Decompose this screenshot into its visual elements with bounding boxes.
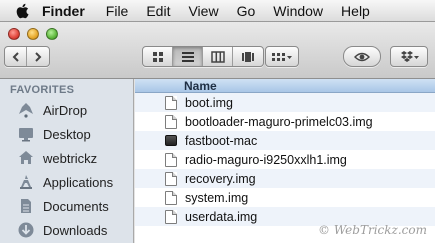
minimize-window-button[interactable] — [27, 28, 39, 40]
applications-icon — [17, 173, 35, 191]
document-icon — [165, 95, 177, 110]
dropbox-icon — [401, 50, 419, 62]
arrange-button[interactable] — [266, 47, 298, 66]
sidebar-item-webtrickz[interactable]: webtrickz — [0, 146, 133, 170]
column-header-label: Name — [184, 79, 217, 93]
menu-finder[interactable]: Finder — [36, 0, 97, 22]
coverflow-view-button[interactable] — [233, 47, 263, 66]
sidebar-item-label: Applications — [43, 174, 114, 190]
sidebar-item-desktop[interactable]: Desktop — [0, 122, 133, 146]
document-icon — [165, 171, 177, 186]
close-window-button[interactable] — [8, 28, 20, 40]
menu-edit[interactable]: Edit — [137, 0, 179, 22]
dropbox-control — [390, 46, 428, 67]
menu-file[interactable]: File — [97, 0, 138, 22]
desktop-icon — [17, 125, 35, 143]
chevron-left-icon — [12, 51, 19, 62]
home-icon — [17, 149, 35, 167]
sidebar-item-label: Desktop — [43, 126, 91, 142]
file-row[interactable]: recovery.img — [135, 169, 435, 188]
back-button[interactable] — [5, 47, 27, 66]
executable-icon — [165, 135, 177, 146]
finder-toolbar — [0, 22, 435, 79]
column-view-icon — [210, 50, 225, 63]
document-icon — [165, 152, 177, 167]
list-view-icon — [181, 51, 194, 62]
file-row[interactable]: fastboot-mac — [135, 131, 435, 150]
file-name: bootloader-maguro-primelc03.img — [185, 114, 373, 129]
sidebar-item-applications[interactable]: Applications — [0, 170, 133, 194]
coverflow-view-icon — [242, 51, 254, 62]
view-mode-control — [142, 46, 264, 67]
file-name: boot.img — [185, 95, 233, 110]
file-name: userdata.img — [185, 209, 258, 224]
document-icon — [165, 190, 177, 205]
sidebar: FAVORITES AirDrop Desktop webtrickz Appl… — [0, 79, 134, 243]
sidebar-item-label: webtrickz — [43, 150, 98, 166]
menu-go[interactable]: Go — [228, 0, 265, 22]
column-header-name[interactable]: Name — [135, 79, 435, 93]
file-row[interactable]: boot.img — [135, 93, 435, 112]
file-row[interactable]: bootloader-maguro-primelc03.img — [135, 112, 435, 131]
sidebar-item-downloads[interactable]: Downloads — [0, 218, 133, 242]
sidebar-section-header: FAVORITES — [10, 84, 75, 96]
back-forward-control — [4, 46, 50, 67]
document-icon — [165, 114, 177, 129]
airdrop-icon — [17, 101, 35, 119]
file-name: fastboot-mac — [185, 133, 258, 148]
file-list: Name boot.img bootloader-maguro-primelc0… — [135, 79, 435, 243]
list-view-button[interactable] — [173, 47, 203, 66]
file-row[interactable]: radio-maguro-i9250xxlh1.img — [135, 150, 435, 169]
sidebar-item-label: Downloads — [43, 222, 108, 238]
documents-icon — [17, 197, 35, 215]
apple-logo-icon[interactable] — [10, 0, 36, 22]
column-view-button[interactable] — [203, 47, 233, 66]
chevron-right-icon — [35, 51, 42, 62]
sidebar-item-airdrop[interactable]: AirDrop — [0, 98, 133, 122]
quick-look-button[interactable] — [344, 47, 380, 66]
document-icon — [165, 209, 177, 224]
icon-view-icon — [152, 51, 163, 62]
file-name: system.img — [185, 190, 249, 205]
sidebar-item-documents[interactable]: Documents — [0, 194, 133, 218]
downloads-icon — [17, 221, 35, 239]
menu-bar: Finder File Edit View Go Window Help — [0, 0, 435, 22]
quick-look-control — [343, 46, 381, 67]
menu-window[interactable]: Window — [264, 0, 332, 22]
sidebar-item-label: Documents — [43, 198, 109, 214]
sidebar-item-label: AirDrop — [43, 102, 88, 118]
icon-view-button[interactable] — [143, 47, 173, 66]
file-name: radio-maguro-i9250xxlh1.img — [185, 152, 347, 167]
arrange-control — [265, 46, 299, 67]
menu-help[interactable]: Help — [332, 0, 379, 22]
watermark: © WebTrickz.com — [318, 223, 427, 237]
menu-view[interactable]: View — [179, 0, 227, 22]
zoom-window-button[interactable] — [46, 28, 58, 40]
eye-icon — [354, 52, 370, 61]
forward-button[interactable] — [27, 47, 49, 66]
arrange-grid-icon — [272, 52, 292, 61]
file-name: recovery.img — [185, 171, 256, 186]
file-row[interactable]: system.img — [135, 188, 435, 207]
dropbox-button[interactable] — [391, 47, 427, 66]
